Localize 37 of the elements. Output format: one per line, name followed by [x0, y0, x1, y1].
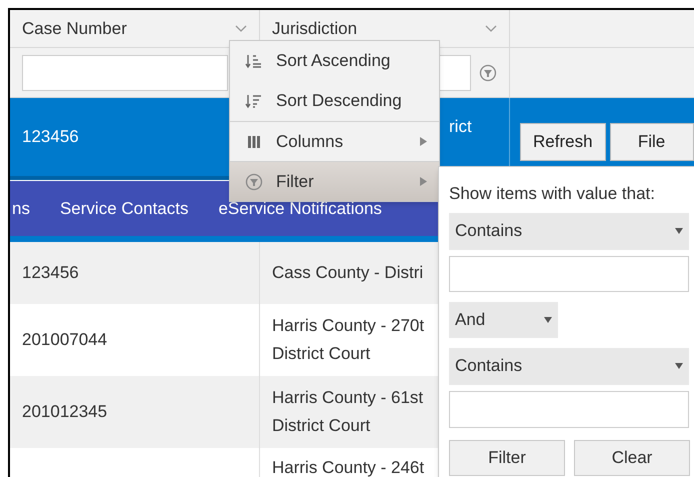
submenu-arrow-icon: [420, 177, 427, 186]
operator-select[interactable]: Contains: [449, 348, 689, 384]
logic-select[interactable]: And: [449, 302, 558, 338]
columns-icon: [247, 134, 261, 148]
filter-prompt: Show items with value that:: [449, 183, 656, 205]
sort-descending-icon: [245, 93, 263, 109]
caret-icon: [544, 316, 552, 324]
toolbar-button[interactable]: Refresh: [520, 123, 606, 161]
toolbar-button[interactable]: File: [610, 123, 694, 161]
popup-button[interactable]: Filter: [449, 440, 565, 476]
chevron-icon[interactable]: [485, 24, 497, 32]
filter-icon: [245, 172, 263, 190]
table-cell-text: 201007044: [22, 329, 108, 352]
table-cell-text: 201012345: [22, 401, 108, 424]
value-input[interactable]: [449, 256, 689, 292]
table-cell-text: Harris County - 270t: [272, 315, 424, 337]
chevron-icon[interactable]: [235, 24, 247, 32]
table-cell-text: Harris County - 61st: [272, 387, 424, 409]
menu-item[interactable]: Sort Descending: [230, 81, 439, 121]
sort-ascending-icon: [245, 53, 263, 69]
table-cell: rict: [449, 117, 472, 136]
value-input[interactable]: [449, 390, 689, 428]
menu-item[interactable]: Filter: [230, 161, 439, 201]
submenu-arrow-icon: [420, 137, 427, 146]
table-cell-text: Harris County - 246t: [272, 457, 424, 477]
table-cell-text: 123456: [22, 126, 79, 148]
table-cell-text: District Court: [272, 343, 370, 365]
table-cell-text: Cass County - Distri: [272, 262, 424, 284]
caret-icon: [675, 362, 683, 370]
tab[interactable]: Service Contacts: [60, 196, 188, 222]
table-cell-text: 123456: [22, 262, 79, 284]
popup-button[interactable]: Clear: [574, 440, 690, 476]
operator-select[interactable]: Contains: [449, 212, 689, 250]
filter-icon[interactable]: [479, 64, 497, 82]
table-cell-text: District Court: [272, 415, 370, 437]
tab[interactable]: ns: [12, 196, 30, 222]
filter-input[interactable]: [22, 54, 228, 90]
